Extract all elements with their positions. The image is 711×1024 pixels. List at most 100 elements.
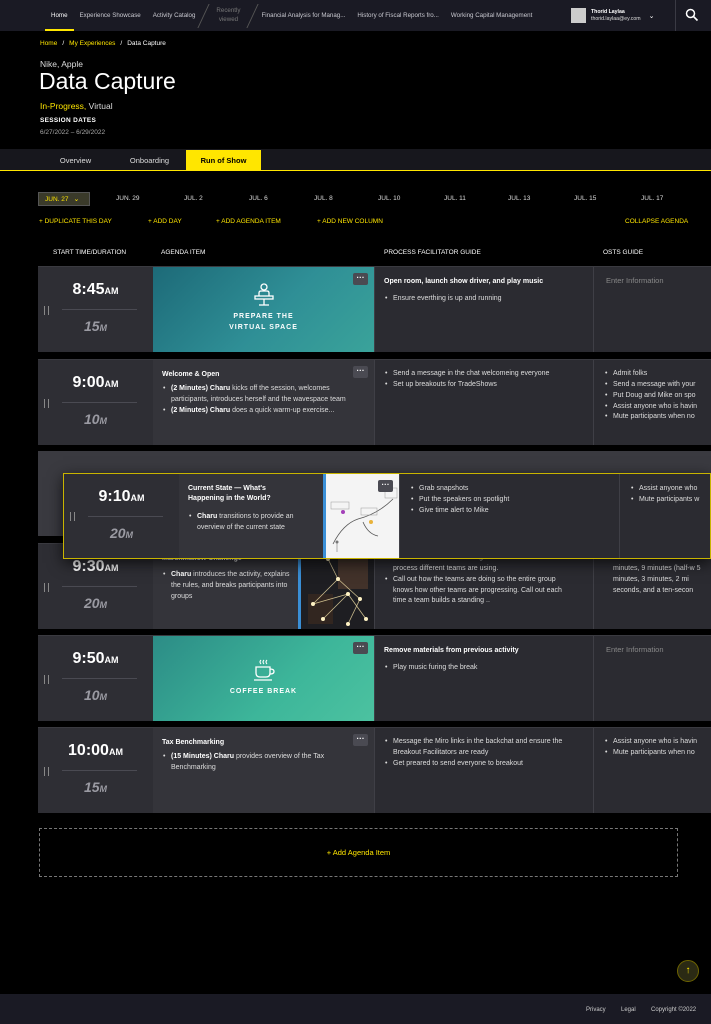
osts-guide-list: Assist anyone who Mute participants w bbox=[630, 484, 699, 506]
recent-item-working-capital[interactable]: Working Capital Management bbox=[445, 0, 538, 31]
agenda-row[interactable]: 8:45AM 15M ··· PREPARE THE VIRTUAL SPACE… bbox=[38, 266, 711, 352]
osts-input[interactable]: Enter Information bbox=[606, 276, 664, 285]
osts-input[interactable]: Enter Information bbox=[606, 645, 664, 654]
agenda-cell[interactable]: ··· PREPARE THE VIRTUAL SPACE bbox=[153, 267, 374, 352]
app-root: Home Experience Showcase Activity Catalo… bbox=[0, 0, 711, 1024]
tab-overview[interactable]: Overview bbox=[38, 150, 113, 171]
list-item: Mute participants when no bbox=[604, 748, 697, 759]
drag-handle-icon[interactable] bbox=[70, 512, 75, 521]
date-selector[interactable]: JUN. 27 ⌄ bbox=[38, 192, 90, 206]
status-badge: In-Progress, bbox=[40, 101, 87, 111]
recently-viewed-label: Recently viewed bbox=[206, 0, 250, 31]
nav-experience-showcase[interactable]: Experience Showcase bbox=[74, 0, 147, 31]
time-divider bbox=[62, 309, 137, 310]
date-jul-11[interactable]: JUL. 11 bbox=[444, 195, 466, 202]
more-options-icon[interactable]: ··· bbox=[353, 366, 368, 378]
guide-title: Remove materials from previous activity bbox=[384, 647, 519, 654]
tab-onboarding[interactable]: Onboarding bbox=[113, 150, 186, 171]
time-divider bbox=[62, 586, 137, 587]
agenda-bullets: (15 Minutes) Charu provides overview of … bbox=[162, 752, 362, 774]
list-item: Message the Miro links in the backchat a… bbox=[384, 737, 564, 759]
date-jul-15[interactable]: JUL. 15 bbox=[574, 195, 596, 202]
duration: 20M bbox=[83, 595, 108, 611]
agenda-row[interactable]: 10:00AM 15M ··· Tax Benchmarking (15 Min… bbox=[38, 727, 711, 813]
dragged-agenda-row[interactable]: 9:10AM 20M Current State — What's Happen… bbox=[63, 473, 711, 559]
more-options-icon[interactable]: ··· bbox=[353, 642, 368, 654]
agenda-cell[interactable]: Current State — What's Happening in the … bbox=[179, 474, 399, 558]
start-time: 10:00AM bbox=[68, 742, 123, 759]
agenda-cell[interactable]: ··· Welcome & Open (2 Minutes) Charu kic… bbox=[153, 360, 374, 445]
facilitator-guide-list: Play music furing the break bbox=[384, 663, 477, 674]
breadcrumb-home[interactable]: Home bbox=[40, 40, 57, 47]
scroll-to-top-button[interactable]: ↑ bbox=[677, 960, 699, 982]
list-item: Send a message in the chat welcomeing ev… bbox=[384, 369, 574, 380]
agenda-bullets: Charu introduces the activity, explains … bbox=[162, 570, 292, 603]
date-jun-29[interactable]: JUN. 29 bbox=[116, 195, 139, 202]
tab-run-of-show[interactable]: Run of Show bbox=[186, 150, 261, 171]
agenda-title: Current State — What's Happening in the … bbox=[188, 485, 271, 503]
column-divider bbox=[593, 636, 594, 721]
agenda-bullets: (2 Minutes) Charu kicks off the session,… bbox=[162, 384, 352, 417]
add-agenda-item-box[interactable]: + Add Agenda Item bbox=[39, 828, 678, 877]
agenda-row[interactable]: 9:00AM 10M ··· Welcome & Open (2 Minutes… bbox=[38, 359, 711, 445]
duration: 10M bbox=[83, 687, 108, 703]
date-jul-6[interactable]: JUL. 6 bbox=[249, 195, 268, 202]
list-item: Assist anyone who is havin bbox=[604, 402, 697, 413]
nav-activity-catalog[interactable]: Activity Catalog bbox=[147, 0, 202, 31]
collapse-agenda-button[interactable]: COLLAPSE AGENDA bbox=[625, 218, 688, 225]
drag-handle-icon[interactable] bbox=[44, 766, 49, 776]
time-divider bbox=[62, 402, 137, 403]
agenda-cell[interactable]: ··· Tax Benchmarking (15 Minutes) Charu … bbox=[153, 728, 374, 813]
add-agenda-item-button[interactable]: + ADD AGENDA ITEM bbox=[216, 218, 281, 225]
date-jul-8[interactable]: JUL. 8 bbox=[314, 195, 333, 202]
more-options-icon[interactable]: ··· bbox=[378, 480, 393, 492]
breadcrumb-my-experiences[interactable]: My Experiences bbox=[69, 40, 115, 47]
date-jul-17[interactable]: JUL. 17 bbox=[641, 195, 663, 202]
session-dates-value: 6/27/2022 – 6/29/2022 bbox=[40, 129, 106, 136]
footer-legal-link[interactable]: Legal bbox=[621, 1007, 636, 1013]
agenda-cell[interactable]: ··· COFFEE BREAK bbox=[153, 636, 374, 721]
search-icon[interactable] bbox=[685, 8, 699, 22]
presenter-icon bbox=[253, 283, 274, 306]
list-item: Put the speakers on spotlight bbox=[410, 495, 509, 506]
facilitator-guide-list: Send a message in the chat welcomeing ev… bbox=[384, 369, 574, 391]
nav-home[interactable]: Home bbox=[45, 0, 74, 31]
add-new-column-button[interactable]: + ADD NEW COLUMN bbox=[317, 218, 383, 225]
arrow-up-icon: ↑ bbox=[685, 965, 691, 976]
recent-label-line-1: Recently bbox=[216, 6, 241, 14]
duplicate-day-button[interactable]: + DUPLICATE THIS DAY bbox=[39, 218, 112, 225]
date-selected: JUN. 27 bbox=[45, 195, 69, 203]
chevron-down-icon: ⌄ bbox=[73, 196, 80, 203]
session-dates-label: SESSION DATES bbox=[40, 117, 97, 124]
drag-handle-icon[interactable] bbox=[44, 582, 49, 592]
recent-item-fiscal-reports[interactable]: History of Fiscal Reports fro... bbox=[351, 0, 445, 31]
date-jul-10[interactable]: JUL. 10 bbox=[378, 195, 400, 202]
facilitator-guide-list: Message the Miro links in the backchat a… bbox=[384, 737, 564, 770]
footer-privacy-link[interactable]: Privacy bbox=[586, 1007, 606, 1013]
facilitator-guide-list: Ensure everthing is up and running bbox=[384, 294, 502, 305]
list-item: Assist anyone who is havin bbox=[604, 737, 697, 748]
agenda-row[interactable]: 9:50AM 10M ··· COFFEE BREAK Remove mater… bbox=[38, 635, 711, 721]
list-item: Grab snapshots bbox=[410, 484, 509, 495]
more-options-icon[interactable]: ··· bbox=[353, 734, 368, 746]
time-divider bbox=[88, 516, 163, 517]
user-menu[interactable]: Thorid Laylaa thorid.laylaa@ey.com ⌄ bbox=[566, 4, 654, 27]
add-day-button[interactable]: + ADD DAY bbox=[148, 218, 182, 225]
breadcrumb-current: Data Capture bbox=[127, 40, 166, 47]
column-divider bbox=[374, 360, 375, 445]
drag-handle-icon[interactable] bbox=[44, 305, 49, 315]
drag-handle-icon[interactable] bbox=[44, 674, 49, 684]
session-mode: Virtual bbox=[88, 101, 113, 111]
coffee-break-block: COFFEE BREAK bbox=[153, 658, 374, 698]
block-label-line-2: VIRTUAL SPACE bbox=[229, 323, 298, 331]
date-jul-2[interactable]: JUL. 2 bbox=[184, 195, 203, 202]
nav-divider bbox=[675, 0, 676, 31]
list-item: (2 Minutes) Charu kicks off the session,… bbox=[162, 384, 352, 406]
recent-item-financial-analysis[interactable]: Financial Analysis for Manag... bbox=[255, 0, 351, 31]
drag-handle-icon[interactable] bbox=[44, 398, 49, 408]
block-label-line-1: PREPARE THE bbox=[233, 313, 294, 320]
duration: 20M bbox=[109, 525, 134, 541]
date-jul-13[interactable]: JUL. 13 bbox=[508, 195, 530, 202]
list-item: Mute participants when no bbox=[604, 412, 697, 423]
chevron-down-icon: ⌄ bbox=[648, 12, 655, 20]
